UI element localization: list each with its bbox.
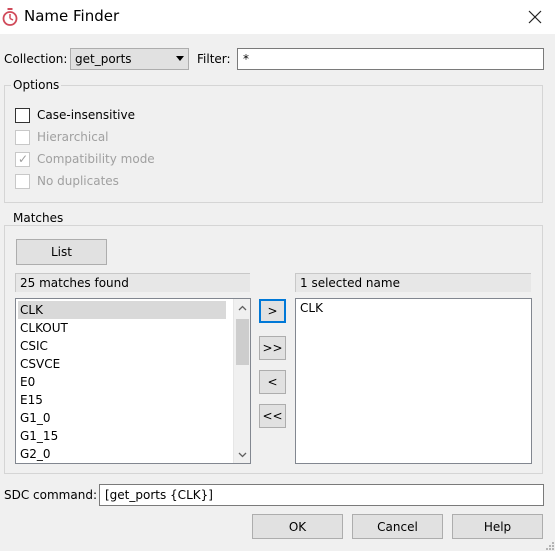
selected-names-list[interactable]: CLK (295, 298, 532, 464)
add-selected-button[interactable]: > (259, 299, 286, 323)
options-title: Options (11, 78, 62, 92)
matches-found-status: 25 matches found (15, 273, 250, 292)
matches-scrollbar[interactable] (233, 299, 250, 463)
no-duplicates-checkbox[interactable] (15, 174, 30, 189)
matches-title: Matches (11, 211, 66, 225)
selected-names-text: 1 selected name (300, 276, 400, 290)
selected-names-status: 1 selected name (295, 273, 531, 292)
list-item[interactable]: CLKOUT (18, 319, 226, 337)
title-bar: Name Finder (0, 0, 555, 34)
ok-button[interactable]: OK (252, 514, 343, 539)
close-button[interactable] (518, 4, 552, 30)
case-insensitive-checkbox[interactable] (15, 108, 30, 123)
collection-label: Collection: (4, 52, 68, 66)
list-item[interactable]: E0 (18, 373, 226, 391)
filter-label: Filter: (197, 52, 231, 66)
help-button[interactable]: Help (452, 514, 543, 539)
list-item[interactable]: CSIC (18, 337, 226, 355)
collection-value: get_ports (75, 52, 132, 66)
compatibility-mode-checkbox[interactable]: ✓ (15, 152, 30, 167)
filter-input[interactable]: * (237, 48, 544, 70)
list-item[interactable]: CLK (18, 301, 226, 319)
list-item[interactable]: E15 (18, 391, 226, 409)
filter-value: * (243, 52, 249, 66)
remove-all-button[interactable]: << (259, 404, 286, 428)
stopwatch-icon (2, 8, 18, 26)
list-item[interactable]: G1_15 (18, 427, 226, 445)
close-icon (528, 10, 542, 24)
scroll-thumb[interactable] (236, 319, 249, 365)
scroll-down-icon[interactable] (234, 446, 250, 463)
matches-list[interactable]: CLK CLKOUT CSIC CSVCE E0 E15 G1_0 G1_15 G2_0 (15, 298, 251, 464)
hierarchical-checkbox[interactable] (15, 130, 30, 145)
hierarchical-label: Hierarchical (37, 130, 109, 144)
window-title: Name Finder (24, 7, 120, 25)
matches-found-text: 25 matches found (20, 276, 129, 290)
selected-name-item[interactable]: CLK (300, 301, 323, 315)
check-icon: ✓ (18, 152, 29, 166)
compatibility-mode-label: Compatibility mode (37, 152, 155, 166)
list-item[interactable]: G2_0 (18, 445, 226, 463)
remove-selected-button[interactable]: < (259, 370, 286, 394)
list-item[interactable]: G1_0 (18, 409, 226, 427)
sdc-command-label: SDC command: (4, 488, 97, 502)
case-insensitive-label: Case-insensitive (37, 108, 135, 122)
list-item[interactable]: CSVCE (18, 355, 226, 373)
sdc-command-field[interactable]: [get_ports {CLK}] (99, 484, 544, 506)
resize-grip-icon[interactable] (546, 542, 554, 550)
scroll-up-icon[interactable] (234, 299, 250, 316)
chevron-down-icon (176, 56, 184, 61)
sdc-command-value: [get_ports {CLK}] (105, 488, 213, 502)
no-duplicates-label: No duplicates (37, 174, 119, 188)
collection-dropdown[interactable]: get_ports (70, 48, 189, 70)
list-button[interactable]: List (16, 239, 107, 265)
add-all-button[interactable]: >> (259, 336, 286, 360)
cancel-button[interactable]: Cancel (352, 514, 443, 539)
